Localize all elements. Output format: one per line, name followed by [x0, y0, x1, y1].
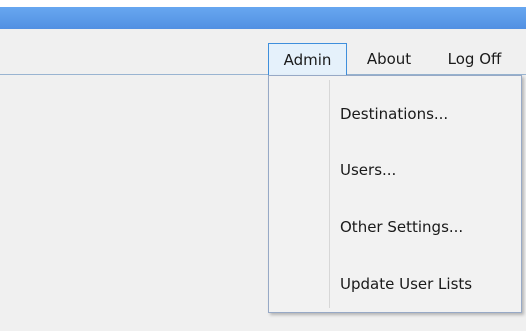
window-title-strip: [0, 7, 526, 29]
menu-log-off[interactable]: Log Off: [427, 43, 522, 75]
menu-about[interactable]: About: [351, 43, 427, 75]
menu-item-users[interactable]: Users...: [271, 149, 519, 191]
admin-dropdown-menu: Destinations... Users... Other Settings.…: [268, 75, 522, 313]
menu-item-other-settings[interactable]: Other Settings...: [271, 206, 519, 248]
menu-item-destinations[interactable]: Destinations...: [271, 93, 519, 135]
menu-item-update-user-lists[interactable]: Update User Lists: [271, 263, 519, 305]
menu-admin[interactable]: Admin: [268, 43, 347, 75]
